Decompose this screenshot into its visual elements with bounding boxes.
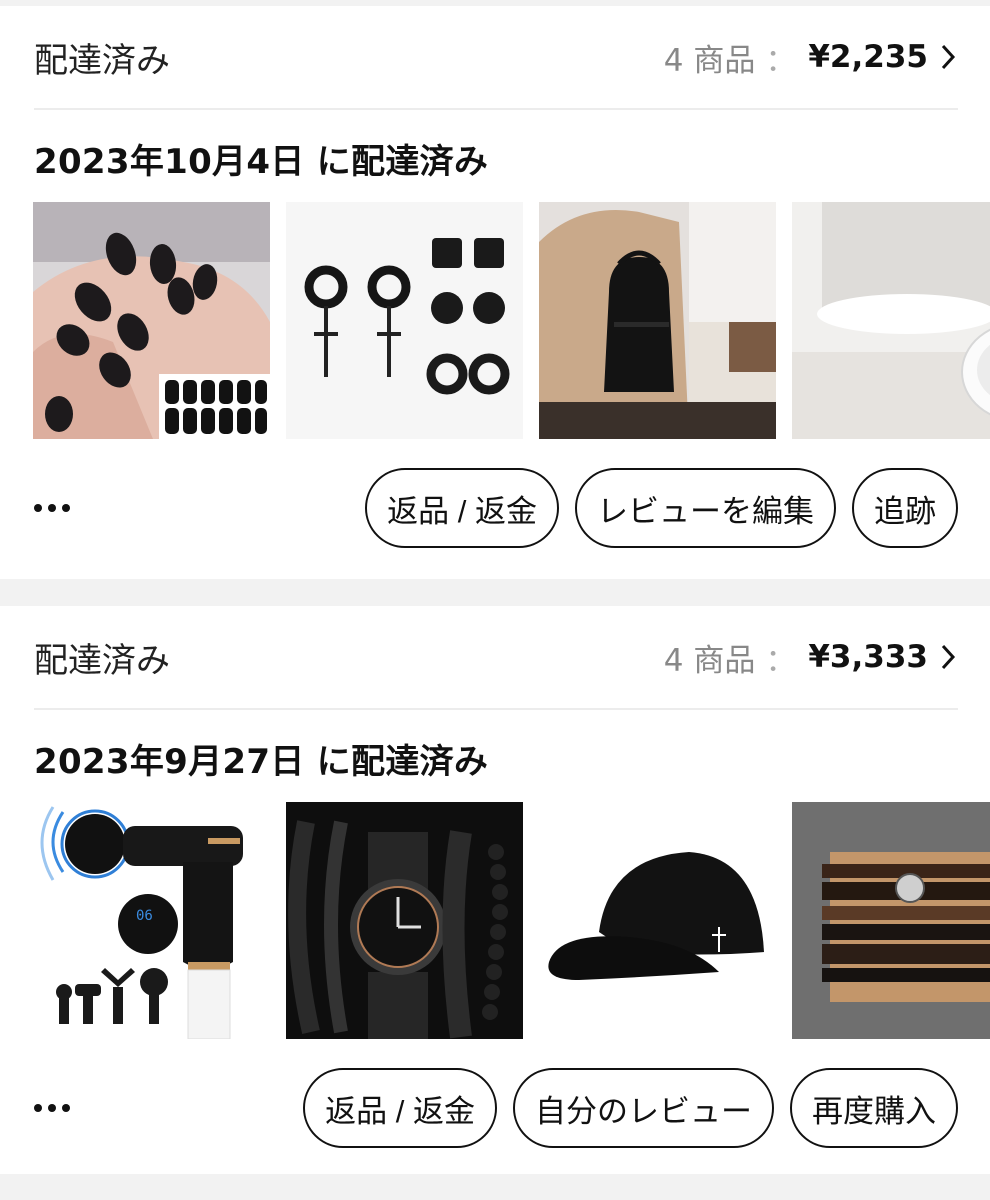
product-thumb-tape[interactable] <box>792 202 990 439</box>
bottom-divider <box>0 1174 990 1200</box>
chevron-right-icon[interactable] <box>938 642 958 672</box>
order-header[interactable]: 配達済み 4 商品 ： ¥2,235 <box>34 6 958 110</box>
backpack-icon <box>539 202 776 439</box>
earrings-icon <box>286 202 523 439</box>
order-actions: 返品 / 返金 自分のレビュー 再度購入 <box>34 1066 958 1150</box>
order-status: 配達済み <box>34 640 170 681</box>
my-review-button[interactable]: 自分のレビュー <box>513 1068 774 1148</box>
order-summary[interactable]: 4 商品 ： ¥2,235 <box>664 35 958 80</box>
order-header[interactable]: 配達済み 4 商品 ： ¥3,333 <box>34 606 958 710</box>
track-button[interactable]: 追跡 <box>852 468 958 548</box>
order-status: 配達済み <box>34 40 170 81</box>
order-card[interactable]: 配達済み 4 商品 ： ¥3,333 2023年9月27日 に配達済み 06 返… <box>0 606 990 1174</box>
order-summary[interactable]: 4 商品 ： ¥3,333 <box>664 635 958 680</box>
return-refund-button[interactable]: 返品 / 返金 <box>365 468 559 548</box>
cap-icon <box>539 802 776 1039</box>
item-count: 4 商品 <box>663 642 756 679</box>
product-thumbnails[interactable] <box>33 202 990 439</box>
product-thumb-nail-stickers[interactable] <box>33 202 270 439</box>
massage-gun-icon: 06 <box>33 802 270 1039</box>
order-card[interactable]: 配達済み 4 商品 ： ¥2,235 2023年10月4日 に配達済み 返品 /… <box>0 6 990 579</box>
product-thumb-massage-gun[interactable]: 06 <box>33 802 270 1039</box>
product-thumb-watch[interactable] <box>286 802 523 1039</box>
product-thumb-earrings[interactable] <box>286 202 523 439</box>
nail-stickers-icon <box>33 202 270 439</box>
watch-bracelet-icon <box>286 802 523 1039</box>
tape-roll-icon <box>792 202 990 439</box>
leather-bracelet-icon <box>792 802 990 1039</box>
product-thumbnails[interactable]: 06 <box>33 802 990 1039</box>
item-count: 4 商品 <box>663 42 756 79</box>
order-total: ¥2,235 <box>808 39 928 75</box>
product-thumb-cap[interactable] <box>539 802 776 1039</box>
svg-text:06: 06 <box>136 908 153 924</box>
order-actions: 返品 / 返金 レビューを編集 追跡 <box>34 466 958 550</box>
product-thumb-backpack[interactable] <box>539 202 776 439</box>
order-total: ¥3,333 <box>808 639 928 675</box>
return-refund-button[interactable]: 返品 / 返金 <box>303 1068 497 1148</box>
chevron-right-icon[interactable] <box>938 42 958 72</box>
edit-review-button[interactable]: レビューを編集 <box>575 468 836 548</box>
buy-again-button[interactable]: 再度購入 <box>790 1068 958 1148</box>
separator: ： <box>765 642 797 679</box>
delivery-date: 2023年9月27日 に配達済み <box>34 742 489 782</box>
separator: ： <box>765 42 797 79</box>
delivery-date: 2023年10月4日 に配達済み <box>34 142 489 182</box>
product-thumb-leather-bracelet[interactable] <box>792 802 990 1039</box>
more-options-icon[interactable] <box>34 1102 76 1114</box>
more-options-icon[interactable] <box>34 502 76 514</box>
